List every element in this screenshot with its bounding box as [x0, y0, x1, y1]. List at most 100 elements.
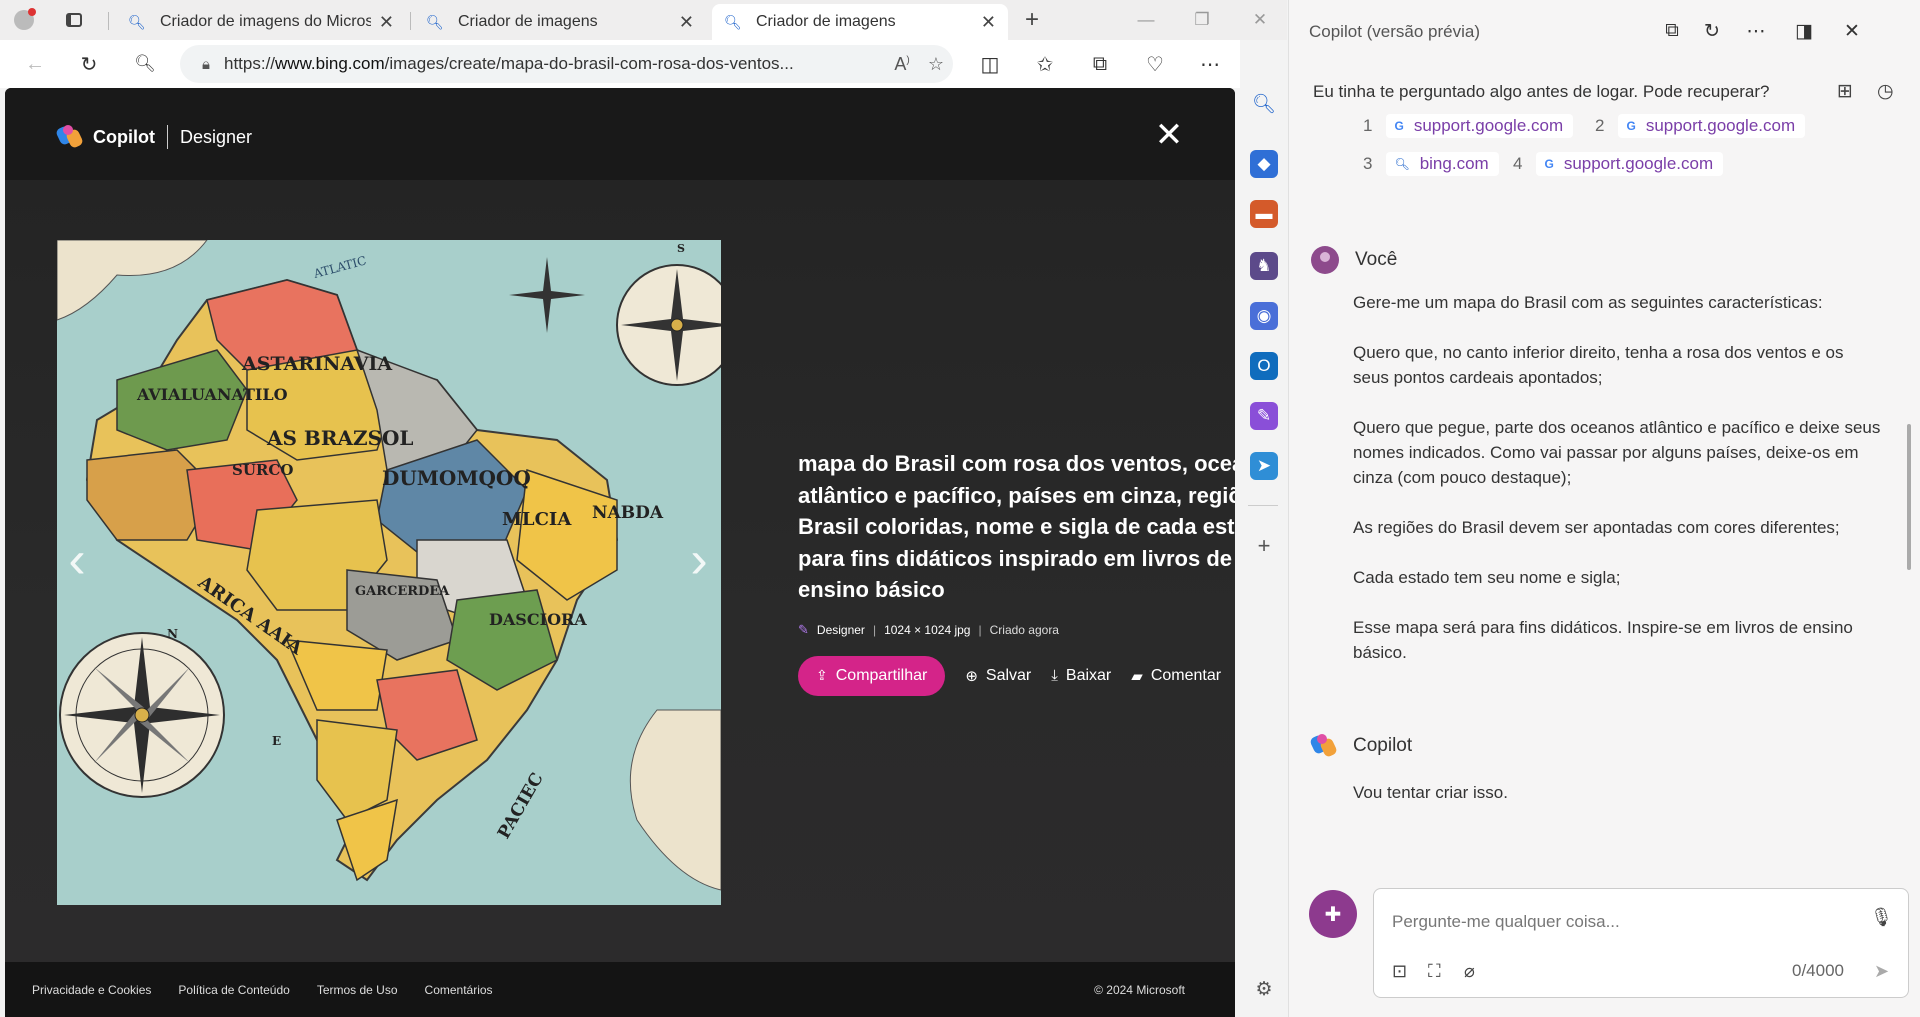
tab-label: Criador de imagens do Microsoft — [160, 13, 371, 30]
citation-3[interactable]: 3 🔍︎ bing.com — [1363, 150, 1499, 178]
shopping-tag-icon[interactable]: ◆ — [1250, 150, 1278, 178]
close-tab-icon[interactable]: ✕ — [679, 12, 694, 33]
copilot-title: Copilot (versão prévia) — [1309, 22, 1481, 41]
citation-chip[interactable]: Gsupport.google.com — [1618, 114, 1806, 138]
svg-text:ASTARINAVIA: ASTARINAVIA — [241, 353, 392, 375]
minimize-icon[interactable]: — — [1126, 6, 1166, 34]
close-tab-icon[interactable]: ✕ — [379, 12, 394, 33]
image-details: mapa do Brasil com rosa dos ventos, ocea… — [798, 448, 1235, 696]
more-options-icon[interactable]: ⋯ — [1195, 49, 1225, 79]
split-screen-icon[interactable]: ◫ — [975, 49, 1005, 79]
refresh-icon[interactable]: ↻ — [1699, 20, 1725, 46]
tab-label: Criador de imagens — [756, 13, 896, 30]
footer-link-feedback[interactable]: Comentários — [425, 983, 493, 997]
generated-map-image[interactable]: N E S ATLATIC ARICA AAIA PACIEC ASTARINA… — [57, 240, 721, 905]
save-collection-icon: ⊕ — [965, 667, 978, 685]
download-button[interactable]: ⤓ Baixar — [1051, 667, 1111, 685]
svg-text:MLCIA: MLCIA — [502, 509, 572, 530]
tab-image-creator-microsoft[interactable]: 🔍︎ Criador de imagens do Microsoft ✕ — [116, 4, 406, 40]
citation-1[interactable]: 1 Gsupport.google.com — [1363, 112, 1574, 140]
search-icon[interactable]: 🔍︎ — [130, 49, 160, 79]
google-icon: G — [1394, 119, 1404, 133]
games-chess-icon[interactable]: ♞ — [1250, 252, 1278, 280]
designer-icon: ✎ — [798, 621, 809, 637]
svg-text:DASCIORA: DASCIORA — [489, 610, 587, 629]
screenshot-icon[interactable]: ⛶ — [1428, 961, 1441, 982]
copilot-logo-icon — [1309, 733, 1338, 759]
citation-chip[interactable]: Gsupport.google.com — [1536, 152, 1724, 176]
add-image-icon[interactable]: ⊡ — [1392, 961, 1407, 982]
send-drop-icon[interactable]: ➤ — [1250, 452, 1278, 480]
image-detail-modal: Copilot Designer ✕ N E S ATLATIC ARICA A… — [5, 88, 1235, 998]
tab-image-creator-2[interactable]: 🔍︎ Criador de imagens ✕ — [414, 4, 706, 40]
comment-icon: ▰ — [1131, 667, 1143, 685]
svg-text:E: E — [272, 734, 281, 748]
collections-icon[interactable]: ⧉ — [1085, 49, 1115, 79]
history-icon[interactable]: ◷ — [1877, 80, 1894, 103]
close-tab-icon[interactable]: ✕ — [981, 12, 996, 33]
restore-icon[interactable]: ❐ — [1182, 6, 1222, 34]
microsoft-365-icon[interactable]: ◉ — [1250, 302, 1278, 330]
share-button[interactable]: ⇪ Compartilhar — [798, 655, 946, 696]
google-icon: G — [1626, 119, 1636, 133]
favorites-icon[interactable]: ✩ — [1030, 49, 1060, 79]
svg-text:SURCO: SURCO — [232, 461, 293, 479]
tab-image-creator-active[interactable]: 🔍︎ Criador de imagens ✕ — [712, 4, 1008, 40]
image-meta: ✎ Designer | 1024 × 1024 jpg | Criado ag… — [798, 622, 1235, 638]
address-bar[interactable]: 🔒︎ https://www.bing.com/images/create/ma… — [180, 45, 953, 83]
ask-input[interactable] — [1392, 907, 1832, 937]
meta-separator: | — [978, 622, 982, 637]
citation-chip[interactable]: Gsupport.google.com — [1386, 114, 1574, 138]
scrollbar-thumb[interactable] — [1907, 424, 1911, 570]
favorite-star-icon[interactable]: ☆ — [919, 54, 953, 75]
pin-pane-icon[interactable]: ◨ — [1791, 20, 1817, 46]
tab-actions-icon[interactable] — [62, 8, 86, 32]
more-options-icon[interactable]: ⋯ — [1743, 20, 1769, 46]
search-icon: 🔍︎ — [426, 13, 444, 30]
share-icon: ⇪ — [816, 667, 828, 683]
meta-separator: | — [872, 622, 877, 637]
brazil-map-illustration: N E S ATLATIC ARICA AAIA PACIEC ASTARINA… — [57, 240, 721, 905]
tab-divider — [410, 12, 411, 30]
copilot-logo-icon — [55, 124, 84, 150]
send-icon[interactable]: ➤ — [1874, 961, 1889, 982]
microphone-icon[interactable]: 🎙︎ — [1870, 907, 1893, 928]
add-icon[interactable]: + — [1250, 532, 1278, 560]
comment-button[interactable]: ▰ Comentar — [1131, 667, 1221, 685]
footer-link-privacy[interactable]: Privacidade e Cookies — [32, 983, 151, 997]
attach-icon[interactable]: ⌀ — [1464, 961, 1475, 982]
svg-text:AS BRAZSOL: AS BRAZSOL — [266, 426, 414, 450]
refresh-icon[interactable]: ↻ — [74, 49, 104, 79]
close-modal-icon[interactable]: ✕ — [1153, 118, 1185, 152]
designer-icon[interactable]: ✎ — [1250, 402, 1278, 430]
citation-4[interactable]: 4 Gsupport.google.com — [1513, 150, 1724, 178]
open-in-new-tab-icon[interactable]: ⧉ — [1659, 20, 1685, 46]
lock-icon[interactable]: 🔒︎ — [202, 56, 210, 73]
profile-avatar-icon[interactable] — [12, 8, 36, 32]
read-aloud-icon[interactable]: A) — [885, 54, 919, 75]
next-image-arrow[interactable]: › — [679, 530, 719, 590]
close-window-icon[interactable]: ✕ — [1240, 6, 1280, 34]
new-topic-button[interactable]: ✚ — [1309, 890, 1357, 938]
url-text[interactable]: https://www.bing.com/images/create/mapa-… — [224, 54, 885, 74]
previous-image-arrow[interactable]: ‹ — [57, 530, 97, 590]
citation-chip[interactable]: 🔍︎ bing.com — [1386, 152, 1499, 176]
outlook-icon[interactable]: O — [1250, 352, 1278, 380]
copilot-designer-brand[interactable]: Copilot Designer — [55, 124, 252, 150]
footer-link-terms[interactable]: Termos de Uso — [317, 983, 398, 997]
footer-link-content-policy[interactable]: Política de Conteúdo — [178, 983, 289, 997]
search-icon[interactable]: 🔍︎ — [1250, 90, 1278, 118]
browser-essentials-icon[interactable]: ♡ — [1140, 49, 1170, 79]
user-avatar — [1311, 246, 1339, 274]
new-tab-icon[interactable]: + — [1020, 6, 1044, 33]
close-pane-icon[interactable]: ✕ — [1839, 20, 1865, 46]
google-icon: G — [1544, 157, 1554, 171]
save-button[interactable]: ⊕ Salvar — [965, 667, 1031, 685]
brand-divider — [166, 125, 168, 149]
settings-gear-icon[interactable]: ⚙ — [1250, 975, 1278, 1003]
tools-toolbox-icon[interactable]: ▬ — [1250, 200, 1278, 228]
copilot-pane: Copilot (versão prévia) ⧉ ↻ ⋯ ◨ ✕ Eu tin… — [1288, 0, 1920, 1017]
citation-2[interactable]: 2 Gsupport.google.com — [1595, 112, 1806, 140]
back-icon[interactable]: ← — [20, 49, 50, 79]
plugins-icon[interactable]: ⊞ — [1837, 80, 1853, 103]
